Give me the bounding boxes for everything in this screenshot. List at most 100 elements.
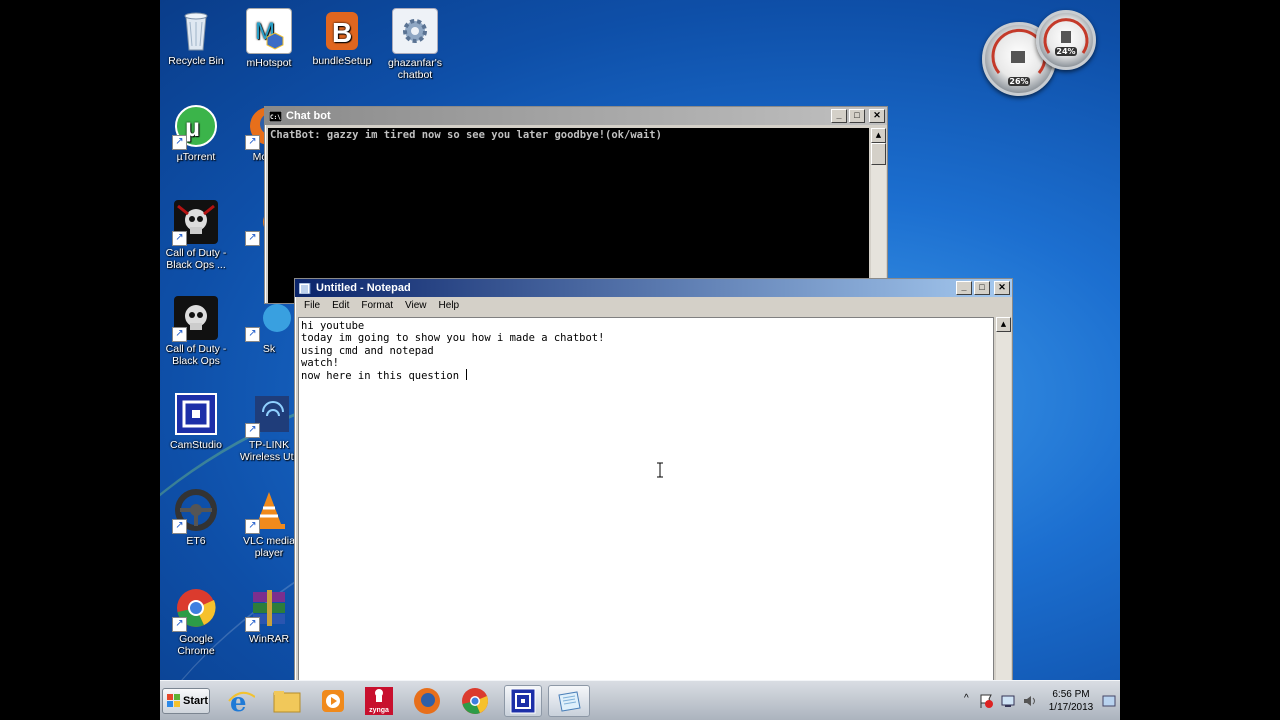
desktop-icon-label: CamStudio bbox=[170, 439, 222, 451]
tp-link-icon: ↗ bbox=[245, 392, 291, 438]
desktop-icon-label: ET6 bbox=[186, 535, 206, 547]
notepad-icon bbox=[558, 691, 581, 712]
svg-text:µ: µ bbox=[185, 112, 200, 142]
notepad-window[interactable]: Untitled - Notepad _ □ ✕ File Edit Forma… bbox=[294, 278, 1013, 682]
text-line: today im going to show you how i made a … bbox=[301, 332, 605, 345]
close-button[interactable]: ✕ bbox=[869, 109, 885, 123]
clock[interactable]: 6:56 PM 1/17/2013 bbox=[1044, 688, 1098, 714]
desktop-icon-label: Google Chrome bbox=[177, 633, 215, 657]
desktop-icon-label: Recycle Bin bbox=[168, 55, 224, 67]
chrome-icon bbox=[462, 688, 488, 714]
taskbar-chrome[interactable] bbox=[456, 685, 494, 717]
text-caret bbox=[466, 369, 468, 381]
desktop-icon-label: µTorrent bbox=[176, 151, 216, 163]
notepad-scrollbar[interactable]: ▲ bbox=[996, 317, 1011, 681]
firefox-icon bbox=[414, 688, 440, 714]
minimize-button[interactable]: _ bbox=[956, 281, 972, 295]
notepad-text-area[interactable]: hi youtube today im going to show you how… bbox=[298, 317, 994, 681]
window-title: Chat bot bbox=[286, 110, 331, 122]
clock-time: 6:56 PM bbox=[1052, 689, 1090, 700]
recycle-bin-icon bbox=[174, 8, 218, 52]
maximize-button[interactable]: □ bbox=[849, 109, 865, 123]
text-cursor-icon bbox=[657, 462, 663, 478]
svg-text:C:\: C:\ bbox=[270, 114, 281, 121]
bundlesetup-shortcut[interactable]: B bundleSetup bbox=[306, 8, 378, 67]
chatbot-shortcut[interactable]: ghazanfar's chatbot bbox=[379, 8, 451, 81]
call-of-duty-shortcut-1[interactable]: ↗ Call of Duty - Black Ops ... bbox=[160, 200, 232, 271]
close-button[interactable]: ✕ bbox=[994, 281, 1010, 295]
et6-shortcut[interactable]: ↗ ET6 bbox=[160, 488, 232, 547]
menu-format[interactable]: Format bbox=[355, 300, 399, 311]
desktop-icon-label: Call of Duty - Black Ops ... bbox=[165, 247, 227, 271]
notepad-titlebar[interactable]: Untitled - Notepad _ □ ✕ bbox=[295, 279, 1012, 297]
taskbar-camstudio[interactable] bbox=[504, 685, 542, 717]
system-tray: ^ 6:56 PM 1/17/2013 bbox=[960, 681, 1120, 720]
winrar-books-icon: ↗ bbox=[245, 586, 291, 632]
clock-date: 1/17/2013 bbox=[1048, 702, 1094, 713]
scroll-thumb[interactable] bbox=[871, 143, 886, 165]
menu-edit[interactable]: Edit bbox=[326, 300, 355, 311]
camstudio-icon bbox=[510, 688, 536, 714]
taskbar-explorer[interactable] bbox=[268, 685, 306, 717]
zynga-icon: zynga bbox=[365, 687, 393, 715]
chatbot-gear-icon bbox=[392, 8, 438, 54]
mhotspot-shortcut[interactable]: M mHotspot bbox=[233, 8, 305, 69]
console-output[interactable]: ChatBot: gazzy im tired now so see you l… bbox=[268, 128, 869, 303]
call-of-duty-icon: ↗ bbox=[172, 296, 218, 342]
show-hidden-icons-chevron-icon[interactable]: ^ bbox=[964, 693, 969, 704]
desktop-icon-label: ghazanfar's chatbot bbox=[388, 57, 442, 81]
desktop-icon-label: Call of Duty - Black Ops bbox=[165, 343, 227, 367]
camstudio-icon bbox=[174, 392, 218, 436]
memory-meter-gadget[interactable]: 24% bbox=[1036, 10, 1096, 70]
internet-explorer-icon: e bbox=[228, 688, 255, 715]
steering-wheel-icon: ↗ bbox=[172, 488, 218, 534]
utorrent-shortcut[interactable]: µ ↗ µTorrent bbox=[160, 104, 232, 163]
menu-view[interactable]: View bbox=[399, 300, 433, 311]
vlc-cone-icon: ↗ bbox=[245, 488, 291, 534]
start-button[interactable]: Start bbox=[162, 688, 210, 714]
menu-help[interactable]: Help bbox=[433, 300, 466, 311]
scroll-up-arrow-icon[interactable]: ▲ bbox=[871, 128, 886, 143]
utorrent-icon: µ ↗ bbox=[172, 104, 218, 150]
bundle-setup-icon: B bbox=[320, 8, 364, 52]
console-scrollbar[interactable]: ▲ bbox=[871, 128, 886, 303]
media-player-icon bbox=[322, 690, 344, 712]
start-label: Start bbox=[183, 695, 209, 707]
chrome-shortcut[interactable]: ↗ Google Chrome bbox=[160, 586, 232, 657]
volume-speaker-icon[interactable] bbox=[1022, 693, 1038, 709]
chat-bot-window[interactable]: C:\ Chat bot _ □ ✕ ChatBot: gazzy im tir… bbox=[264, 106, 888, 304]
camstudio-shortcut[interactable]: CamStudio bbox=[160, 392, 232, 451]
taskbar-internet-explorer[interactable]: e bbox=[222, 685, 260, 717]
menu-file[interactable]: File bbox=[298, 300, 326, 311]
notepad-menubar: File Edit Format View Help bbox=[295, 297, 1012, 314]
svg-text:B: B bbox=[332, 17, 352, 48]
text-line: watch! bbox=[301, 356, 339, 369]
desktop-icon-label: mHotspot bbox=[246, 57, 292, 69]
taskbar-notepad[interactable] bbox=[548, 685, 590, 717]
text-line: now here in this question bbox=[301, 370, 466, 383]
console-icon: C:\ bbox=[269, 110, 282, 122]
windows-logo-icon bbox=[167, 694, 180, 707]
call-of-duty-shortcut-2[interactable]: ↗ Call of Duty - Black Ops bbox=[160, 296, 232, 367]
chrome-icon: ↗ bbox=[172, 586, 218, 632]
scroll-up-arrow-icon[interactable]: ▲ bbox=[996, 317, 1011, 332]
show-desktop-icon[interactable] bbox=[1102, 694, 1116, 708]
taskbar-zynga[interactable]: zynga bbox=[360, 685, 398, 717]
text-line: using cmd and notepad bbox=[301, 344, 434, 357]
network-icon[interactable] bbox=[1000, 693, 1016, 709]
text-line: hi youtube bbox=[301, 320, 365, 332]
action-center-flag-icon[interactable] bbox=[978, 693, 994, 709]
minimize-button[interactable]: _ bbox=[831, 109, 847, 123]
taskbar-firefox[interactable] bbox=[408, 685, 446, 717]
notepad-icon bbox=[299, 282, 311, 294]
window-title: Untitled - Notepad bbox=[316, 282, 411, 294]
chat-bot-titlebar[interactable]: C:\ Chat bot _ □ ✕ bbox=[265, 107, 887, 125]
taskbar-media-player[interactable] bbox=[314, 685, 352, 717]
recycle-bin-shortcut[interactable]: Recycle Bin bbox=[160, 8, 232, 67]
maximize-button[interactable]: □ bbox=[974, 281, 990, 295]
desktop-icon-label: bundleSetup bbox=[312, 55, 372, 67]
zynga-label: zynga bbox=[369, 707, 389, 714]
cpu-usage-value: 26% bbox=[1008, 77, 1030, 86]
folder-icon bbox=[273, 691, 301, 713]
call-of-duty-icon: ↗ bbox=[172, 200, 218, 246]
